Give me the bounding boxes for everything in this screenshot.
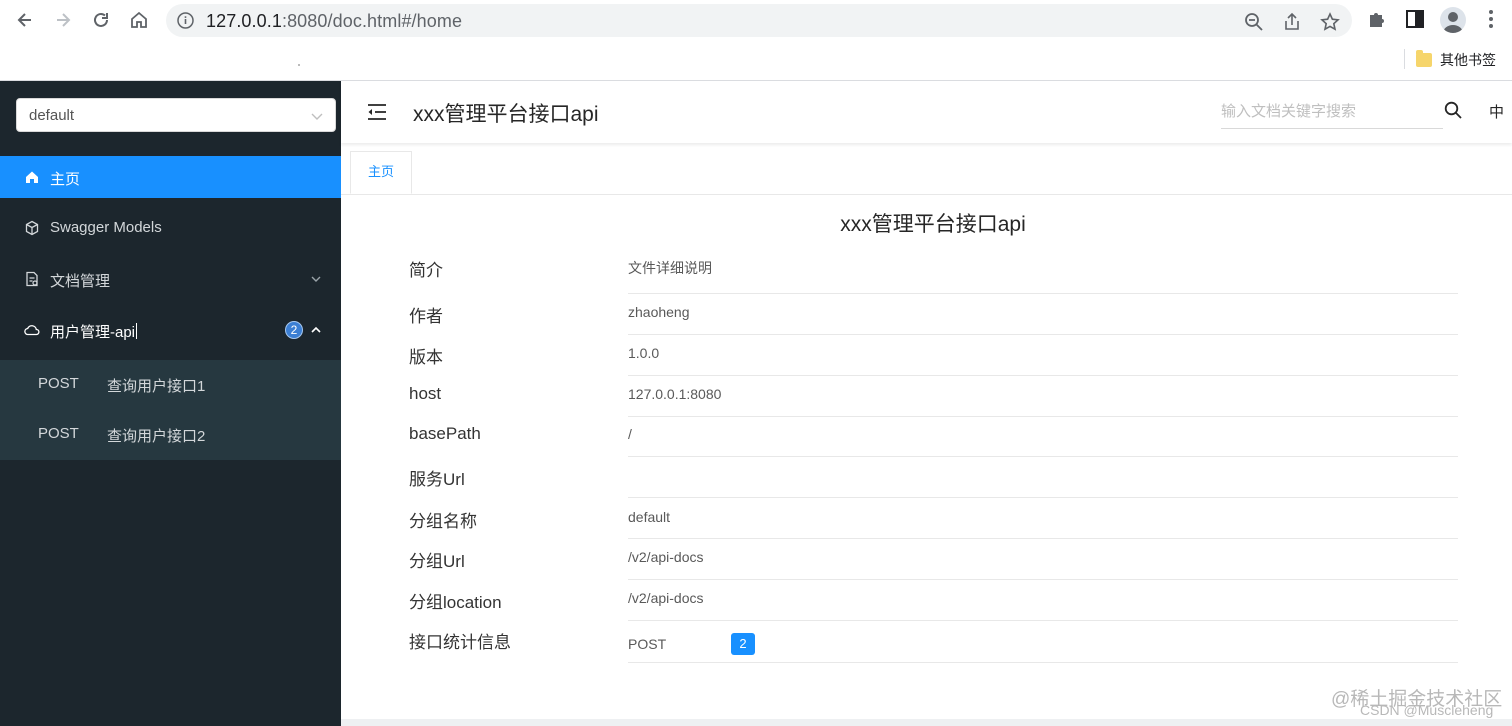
search-icon[interactable] — [1444, 101, 1462, 119]
info-value: default — [628, 509, 671, 525]
doc-title: xxx管理平台接口api — [840, 213, 1026, 236]
sidebar-item-label: 文档管理 — [50, 273, 111, 290]
info-value: zhaoheng — [628, 304, 690, 320]
row-divider — [628, 662, 1458, 663]
info-label: 分组名称 — [409, 512, 477, 531]
row-divider — [628, 538, 1458, 539]
cube-icon — [25, 220, 39, 236]
url-port: :8080 — [281, 11, 328, 31]
bookmark-label: 其他书签 — [1440, 52, 1496, 68]
text-cursor — [136, 323, 138, 339]
api-item-1[interactable]: POST 查询用户接口1 — [0, 360, 341, 410]
address-bar[interactable]: 127.0.0.1:8080/doc.html#/home — [166, 4, 1352, 37]
info-label: host — [409, 384, 442, 403]
star-icon[interactable] — [1320, 12, 1340, 32]
row-divider — [628, 416, 1458, 417]
sidebar-item-home[interactable]: 主页 — [0, 156, 341, 198]
browser-chrome: 127.0.0.1:8080/doc.html#/home 其他书签 — [0, 0, 1512, 81]
group-select-value: default — [29, 107, 75, 124]
api-method: POST — [38, 425, 79, 442]
api-method: POST — [38, 375, 79, 392]
sidebar-item-label: 主页 — [50, 171, 81, 188]
chevron-down-icon — [311, 276, 321, 282]
other-bookmarks[interactable]: 其他书签 — [1416, 50, 1496, 70]
chevron-down-icon — [311, 113, 323, 120]
count-badge: 2 — [285, 321, 303, 339]
sidebar-item-text: 用户管理-api — [50, 324, 136, 341]
menu-fold-icon[interactable] — [367, 103, 387, 121]
zoom-icon[interactable] — [1244, 12, 1264, 32]
document-icon — [26, 271, 38, 287]
watermark-csdn: CSDN @Muscleheng — [1360, 702, 1494, 718]
tab-bar: 主页 — [341, 147, 1512, 195]
separator-dot — [298, 64, 300, 66]
puzzle-icon[interactable] — [1366, 8, 1388, 30]
info-label: 分组location — [409, 593, 502, 612]
footer-strip — [341, 719, 1512, 726]
search-input[interactable] — [1221, 100, 1441, 122]
api-item-2[interactable]: POST 查询用户接口2 — [0, 410, 341, 460]
row-divider — [628, 620, 1458, 621]
row-divider — [628, 579, 1458, 580]
reload-button[interactable] — [87, 6, 115, 34]
group-select[interactable]: default — [16, 98, 336, 132]
info-label: 简介 — [409, 261, 443, 280]
folder-icon — [1416, 50, 1432, 67]
info-label: 接口统计信息 — [409, 633, 511, 652]
chevron-up-icon — [311, 326, 321, 333]
profile-avatar[interactable] — [1440, 7, 1466, 33]
url-host: 127.0.0.1 — [206, 11, 282, 31]
info-value: 127.0.0.1:8080 — [628, 386, 722, 402]
sidebar-item-swagger-models[interactable]: Swagger Models — [0, 207, 341, 249]
language-toggle[interactable]: 中 — [1489, 101, 1504, 122]
row-divider — [628, 334, 1458, 335]
sidebar-item-doc-manage[interactable]: 文档管理 — [0, 258, 341, 300]
cloud-icon — [24, 325, 40, 336]
submenu-user-api: POST 查询用户接口1 POST 查询用户接口2 — [0, 360, 341, 460]
house-icon — [131, 11, 147, 28]
info-value: 1.0.0 — [628, 345, 660, 361]
forward-button[interactable] — [49, 6, 77, 34]
stats-method: POST — [628, 636, 667, 652]
info-label: 版本 — [409, 348, 443, 367]
share-icon[interactable] — [1282, 12, 1302, 32]
info-label: 作者 — [409, 307, 443, 326]
api-name: 查询用户接口1 — [107, 378, 206, 395]
info-value: /v2/api-docs — [628, 590, 704, 606]
back-button[interactable] — [11, 6, 39, 34]
side-panel-icon[interactable] — [1404, 8, 1426, 30]
info-value: /v2/api-docs — [628, 549, 704, 565]
arrow-right-icon — [57, 13, 71, 27]
sidebar-item-user-api[interactable]: 用户管理-api 2 — [0, 309, 341, 351]
row-divider — [628, 375, 1458, 376]
info-icon[interactable] — [177, 12, 194, 29]
url-text[interactable]: 127.0.0.1:8080/doc.html#/home — [206, 11, 462, 32]
info-label: basePath — [409, 424, 481, 443]
sidebar-item-label: 用户管理-api — [50, 321, 138, 342]
home-button[interactable] — [125, 6, 153, 34]
info-label: 分组Url — [409, 552, 465, 571]
row-divider — [628, 456, 1458, 457]
reload-icon — [94, 12, 108, 27]
info-value: 文件详细说明 — [628, 260, 712, 276]
more-vert-icon[interactable] — [1486, 8, 1496, 30]
search-box — [1221, 94, 1443, 129]
tab-home[interactable]: 主页 — [350, 151, 412, 194]
stats-count-badge: 2 — [731, 633, 755, 655]
arrow-left-icon — [17, 13, 31, 27]
url-path: /doc.html#/home — [327, 11, 463, 31]
person-icon — [1443, 12, 1463, 33]
api-name: 查询用户接口2 — [107, 428, 206, 445]
top-bar: xxx管理平台接口api 中 — [341, 81, 1512, 143]
row-divider — [628, 497, 1458, 498]
home-icon — [26, 171, 38, 183]
info-label: 服务Url — [409, 470, 465, 489]
sidebar: default 主页 Swagger Models 文档管理 用户管理-api … — [0, 81, 341, 726]
bookmark-separator — [1404, 49, 1405, 69]
app-title: xxx管理平台接口api — [413, 103, 599, 126]
sidebar-item-label: Swagger Models — [50, 219, 162, 236]
row-divider — [628, 293, 1458, 294]
info-value: / — [628, 426, 632, 442]
